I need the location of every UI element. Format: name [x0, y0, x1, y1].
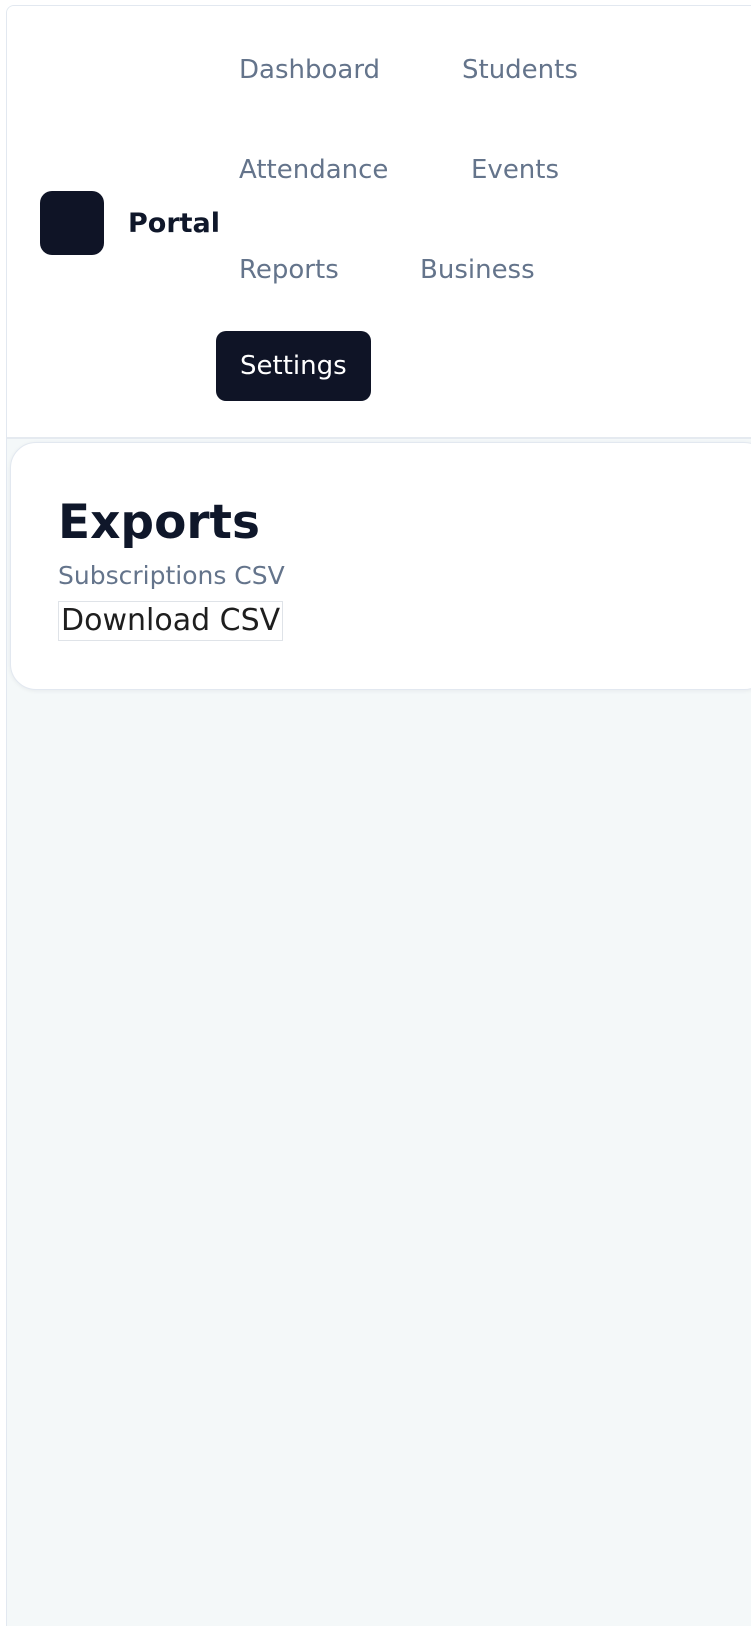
exports-title: Exports: [58, 495, 260, 550]
nav-item-settings[interactable]: Settings: [216, 331, 371, 401]
exports-subtitle: Subscriptions CSV: [58, 561, 285, 590]
nav-item-dashboard[interactable]: Dashboard: [239, 54, 380, 86]
download-csv-button[interactable]: Download CSV: [58, 601, 284, 641]
nav-item-reports[interactable]: Reports: [239, 254, 339, 286]
nav-item-students[interactable]: Students: [462, 54, 578, 86]
nav-item-events[interactable]: Events: [471, 154, 559, 186]
nav-item-attendance[interactable]: Attendance: [239, 154, 388, 186]
brand-name: Portal: [128, 208, 221, 239]
nav-item-business[interactable]: Business: [420, 254, 535, 286]
logo-icon: [40, 191, 104, 255]
app-frame: Portal Dashboard Students Attendance Eve…: [6, 5, 751, 1626]
exports-card: Exports Subscriptions CSV Download CSV: [10, 442, 751, 690]
top-header: Portal Dashboard Students Attendance Eve…: [7, 6, 751, 439]
